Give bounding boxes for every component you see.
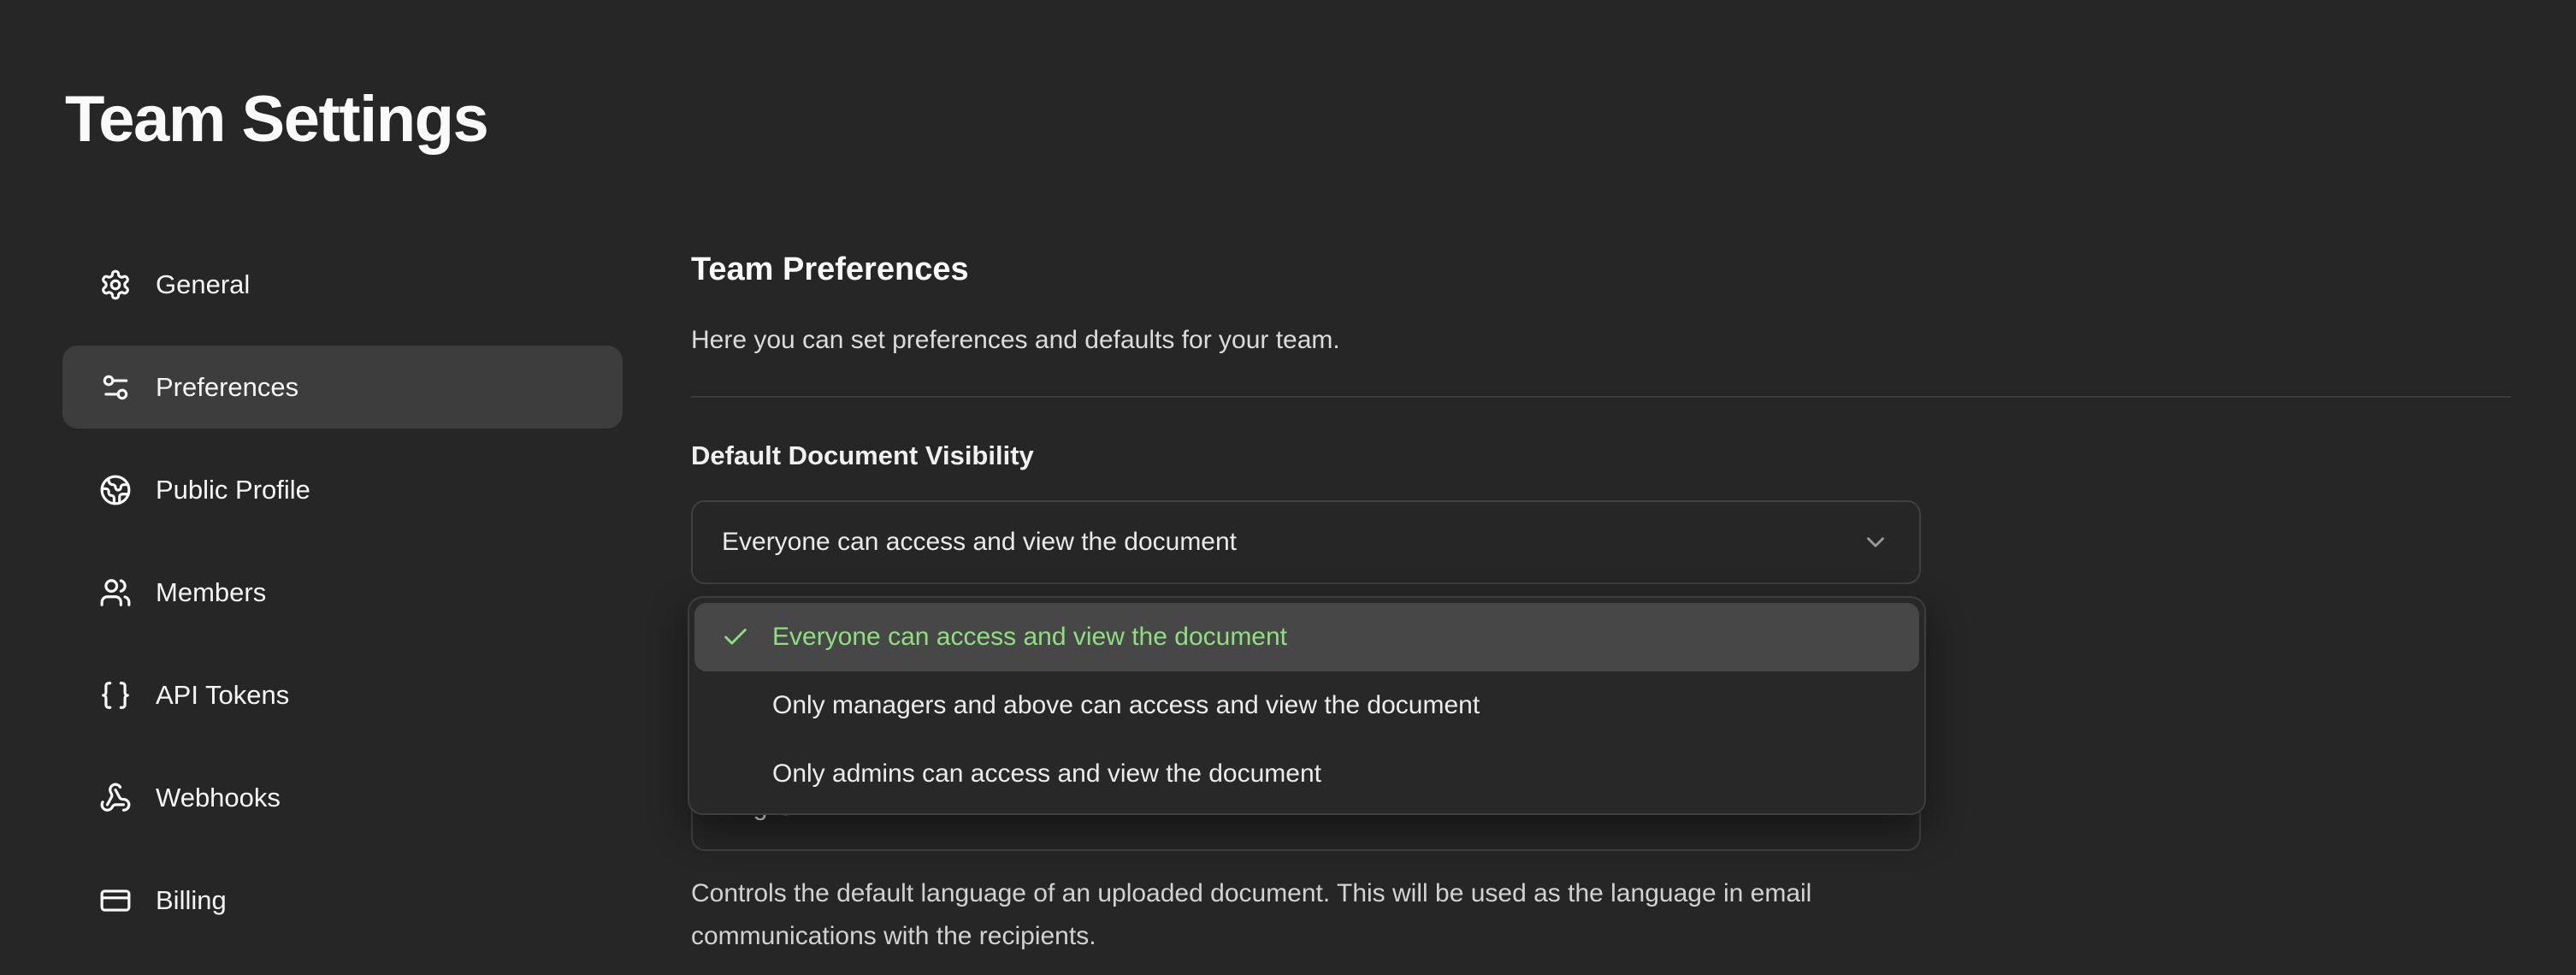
dropdown-option-label: Everyone can access and view the documen… xyxy=(772,623,1287,652)
settings-sidebar: General Preferences Public Profile Membe… xyxy=(62,243,623,942)
visibility-select[interactable]: Everyone can access and view the documen… xyxy=(691,500,1921,584)
preferences-panel: Team Preferences Here you can set prefer… xyxy=(691,0,2511,975)
sliders-icon xyxy=(99,371,132,404)
sidebar-item-api-tokens[interactable]: API Tokens xyxy=(62,653,623,736)
sidebar-item-billing[interactable]: Billing xyxy=(62,859,623,942)
webhook-icon xyxy=(99,782,132,814)
credit-card-icon xyxy=(99,884,132,917)
visibility-select-value: Everyone can access and view the documen… xyxy=(722,528,1237,557)
dropdown-option-managers[interactable]: Only managers and above can access and v… xyxy=(694,671,1919,740)
sidebar-item-label: Billing xyxy=(156,885,227,916)
sidebar-item-webhooks[interactable]: Webhooks xyxy=(62,756,623,839)
dropdown-option-everyone[interactable]: Everyone can access and view the documen… xyxy=(694,603,1919,671)
chevron-down-icon xyxy=(1861,528,1890,557)
sidebar-item-label: API Tokens xyxy=(156,680,289,711)
page-title: Team Settings xyxy=(65,82,487,157)
visibility-field-label: Default Document Visibility xyxy=(691,440,1034,471)
section-title: Team Preferences xyxy=(691,251,969,288)
sidebar-item-label: Members xyxy=(156,577,266,608)
globe-icon xyxy=(99,474,132,506)
dropdown-option-label: Only admins can access and view the docu… xyxy=(772,759,1321,789)
dropdown-option-label: Only managers and above can access and v… xyxy=(772,691,1480,720)
section-description: Here you can set preferences and default… xyxy=(691,326,1340,355)
language-helper-text: Controls the default language of an uplo… xyxy=(691,872,1921,958)
sidebar-item-label: General xyxy=(156,269,250,300)
sidebar-item-general[interactable]: General xyxy=(62,243,623,326)
sidebar-item-public-profile[interactable]: Public Profile xyxy=(62,448,623,531)
sidebar-item-preferences[interactable]: Preferences xyxy=(62,346,623,428)
divider xyxy=(691,396,2511,398)
braces-icon xyxy=(99,679,132,712)
sidebar-item-label: Public Profile xyxy=(156,475,310,505)
visibility-dropdown-menu: Everyone can access and view the documen… xyxy=(688,596,1926,815)
sidebar-item-label: Preferences xyxy=(156,372,298,403)
users-icon xyxy=(99,576,132,609)
dropdown-option-admins[interactable]: Only admins can access and view the docu… xyxy=(694,740,1919,808)
check-icon xyxy=(721,623,750,652)
sidebar-item-members[interactable]: Members xyxy=(62,551,623,634)
sidebar-item-label: Webhooks xyxy=(156,783,281,813)
gear-icon xyxy=(99,269,132,301)
